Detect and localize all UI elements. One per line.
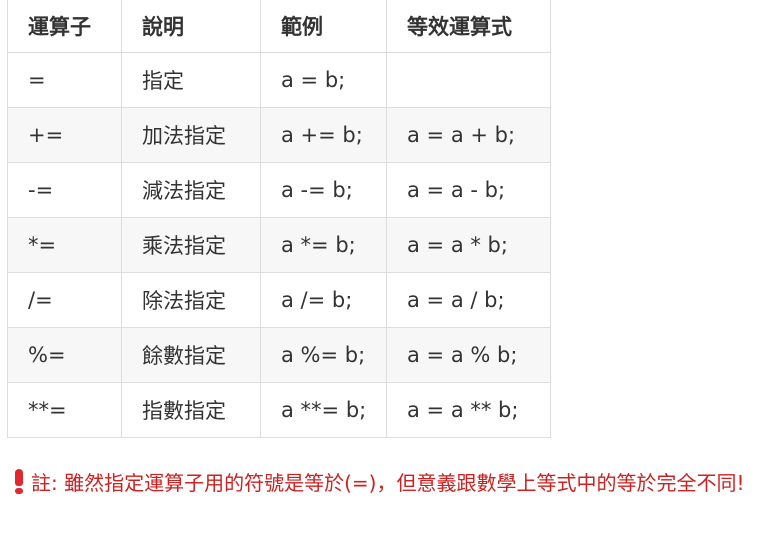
cell-equivalent: a = a + b; (386, 107, 551, 163)
cell-operator: -= (7, 162, 122, 218)
operators-table: 運算子 說明 範例 等效運算式 = 指定 a = b; += 加法指定 a +=… (7, 0, 551, 438)
cell-example: a += b; (260, 107, 387, 163)
cell-description: 除法指定 (121, 272, 261, 328)
note-paragraph: 註: 雖然指定運算子用的符號是等於(=)，但意義跟數學上等式中的等於完全不同! (7, 466, 755, 500)
exclamation-icon (15, 469, 23, 494)
header-operator: 運算子 (7, 0, 122, 53)
cell-equivalent: a = a % b; (386, 327, 551, 383)
table-header-row: 運算子 說明 範例 等效運算式 (7, 0, 551, 53)
header-example: 範例 (260, 0, 387, 53)
cell-operator: *= (7, 217, 122, 273)
cell-description: 指定 (121, 52, 261, 108)
table-row: /= 除法指定 a /= b; a = a / b; (7, 272, 551, 328)
table-row: **= 指數指定 a **= b; a = a ** b; (7, 382, 551, 438)
table-row: += 加法指定 a += b; a = a + b; (7, 107, 551, 163)
cell-equivalent: a = a ** b; (386, 382, 551, 438)
cell-example: a **= b; (260, 382, 387, 438)
cell-equivalent (386, 52, 551, 108)
cell-equivalent: a = a / b; (386, 272, 551, 328)
cell-example: a /= b; (260, 272, 387, 328)
cell-description: 乘法指定 (121, 217, 261, 273)
cell-equivalent: a = a * b; (386, 217, 551, 273)
header-equivalent: 等效運算式 (386, 0, 551, 53)
cell-example: a *= b; (260, 217, 387, 273)
table-row: *= 乘法指定 a *= b; a = a * b; (7, 217, 551, 273)
cell-description: 指數指定 (121, 382, 261, 438)
cell-operator: /= (7, 272, 122, 328)
table-row: -= 減法指定 a -= b; a = a - b; (7, 162, 551, 218)
cell-example: a %= b; (260, 327, 387, 383)
cell-operator: **= (7, 382, 122, 438)
cell-description: 減法指定 (121, 162, 261, 218)
cell-description: 餘數指定 (121, 327, 261, 383)
table-row: %= 餘數指定 a %= b; a = a % b; (7, 327, 551, 383)
cell-equivalent: a = a - b; (386, 162, 551, 218)
cell-operator: %= (7, 327, 122, 383)
cell-operator: = (7, 52, 122, 108)
cell-description: 加法指定 (121, 107, 261, 163)
note-text: 註: 雖然指定運算子用的符號是等於(=)，但意義跟數學上等式中的等於完全不同! (31, 471, 745, 495)
cell-operator: += (7, 107, 122, 163)
table-row: = 指定 a = b; (7, 52, 551, 108)
header-description: 說明 (121, 0, 261, 53)
cell-example: a = b; (260, 52, 387, 108)
cell-example: a -= b; (260, 162, 387, 218)
